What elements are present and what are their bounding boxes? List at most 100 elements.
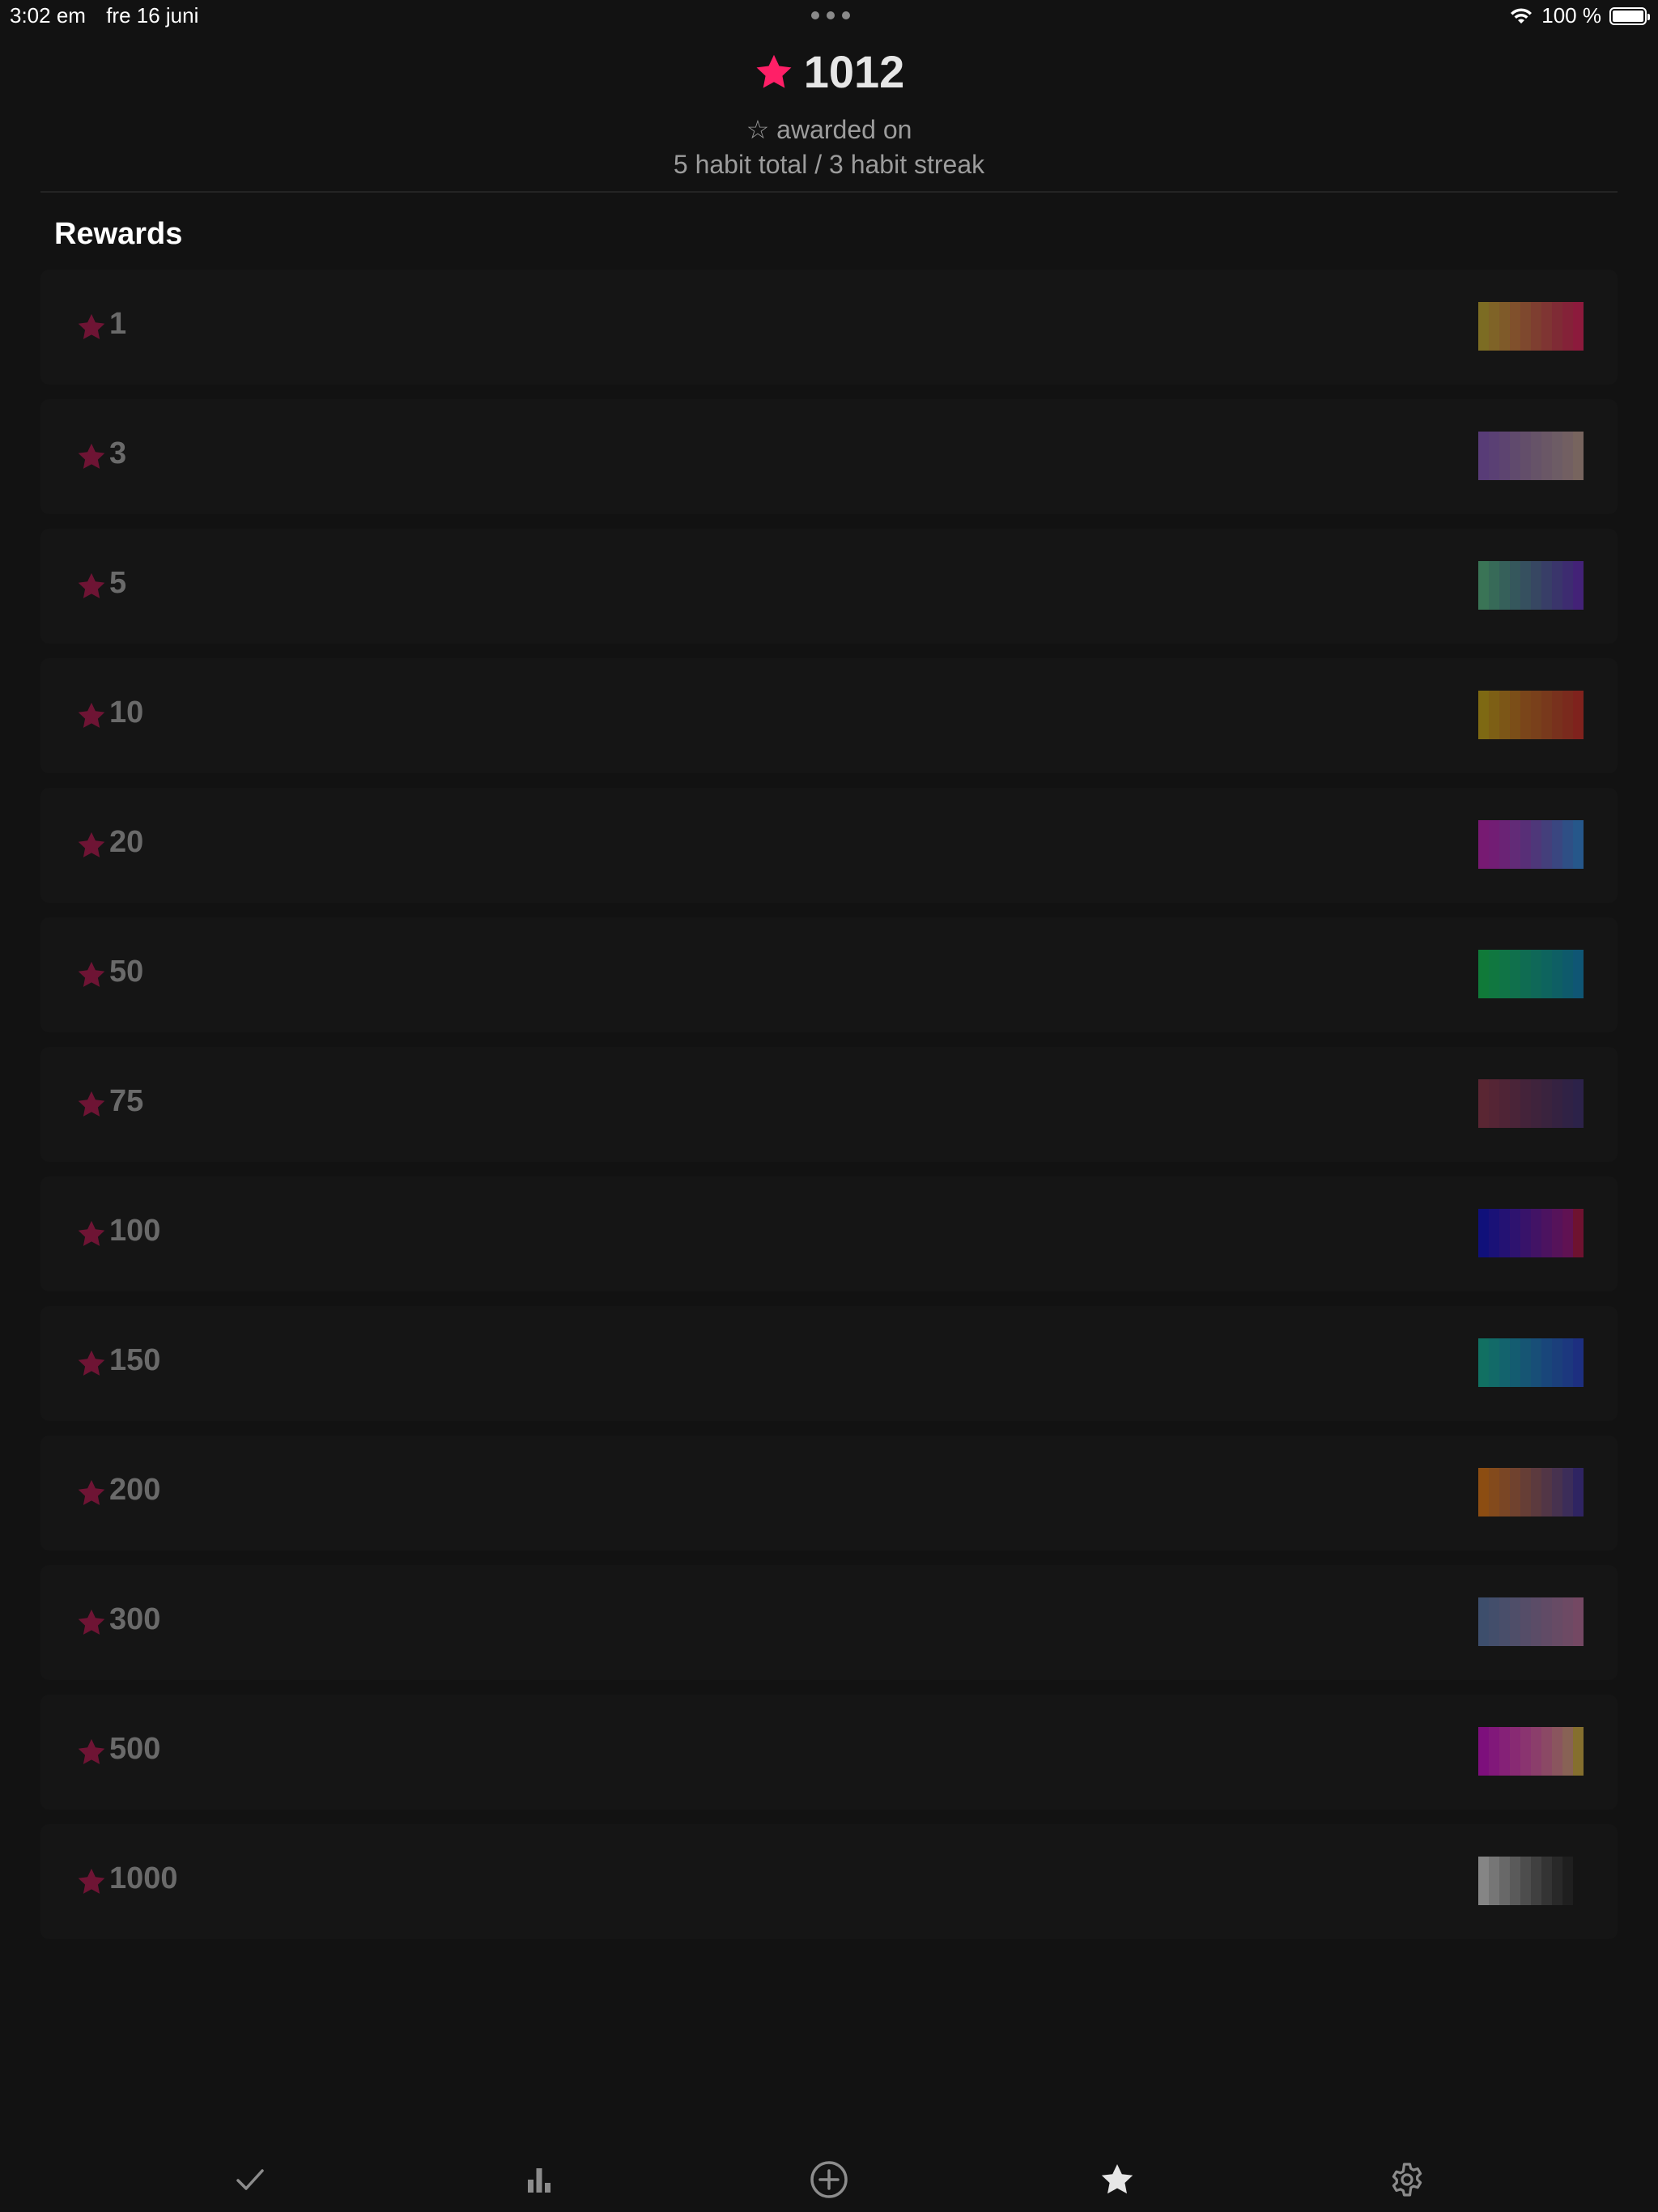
reward-row[interactable]: 75 bbox=[40, 1047, 1618, 1162]
palette-color bbox=[1510, 561, 1520, 610]
status-date: fre 16 juni bbox=[106, 3, 199, 28]
reward-row[interactable]: 500 bbox=[40, 1695, 1618, 1810]
palette-color bbox=[1552, 950, 1562, 998]
palette-color bbox=[1531, 1857, 1541, 1905]
palette-color bbox=[1573, 820, 1584, 869]
palette-color bbox=[1489, 1079, 1499, 1128]
palette-color bbox=[1499, 1079, 1510, 1128]
color-palette-swatch bbox=[1478, 1857, 1584, 1905]
star-icon bbox=[1101, 2164, 1133, 2194]
battery-icon bbox=[1609, 6, 1650, 25]
color-palette-swatch bbox=[1478, 1338, 1584, 1387]
palette-color bbox=[1531, 820, 1541, 869]
palette-color bbox=[1573, 950, 1584, 998]
palette-color bbox=[1541, 950, 1552, 998]
palette-color bbox=[1499, 1468, 1510, 1516]
palette-color bbox=[1552, 1338, 1562, 1387]
palette-color bbox=[1562, 1209, 1573, 1257]
palette-color bbox=[1562, 561, 1573, 610]
checkmark-icon bbox=[236, 2169, 264, 2190]
palette-color bbox=[1573, 432, 1584, 480]
reward-value: 20 bbox=[109, 825, 144, 859]
palette-color bbox=[1562, 302, 1573, 351]
color-palette-swatch bbox=[1478, 691, 1584, 739]
reward-value: 100 bbox=[109, 1214, 161, 1248]
palette-color bbox=[1499, 302, 1510, 351]
reward-row[interactable]: 1 bbox=[40, 270, 1618, 385]
palette-color bbox=[1531, 432, 1541, 480]
star-icon bbox=[756, 54, 792, 88]
palette-color bbox=[1552, 1079, 1562, 1128]
color-palette-swatch bbox=[1478, 1209, 1584, 1257]
star-icon bbox=[78, 443, 105, 469]
palette-color bbox=[1573, 561, 1584, 610]
palette-color bbox=[1510, 1468, 1520, 1516]
reward-value: 200 bbox=[109, 1473, 161, 1507]
reward-value: 75 bbox=[109, 1084, 144, 1118]
palette-color bbox=[1520, 432, 1531, 480]
palette-color bbox=[1478, 950, 1489, 998]
star-icon bbox=[78, 832, 105, 857]
palette-color bbox=[1510, 950, 1520, 998]
awarded-label: ☆ awarded on bbox=[746, 115, 912, 144]
reward-row[interactable]: 150 bbox=[40, 1306, 1618, 1421]
reward-row[interactable]: 200 bbox=[40, 1436, 1618, 1551]
tab-rewards[interactable] bbox=[1093, 2155, 1141, 2204]
tab-add[interactable] bbox=[805, 2155, 853, 2204]
palette-color bbox=[1510, 1727, 1520, 1776]
palette-color bbox=[1562, 1727, 1573, 1776]
palette-color bbox=[1541, 1597, 1552, 1646]
bar-chart-icon bbox=[528, 2168, 551, 2193]
color-palette-swatch bbox=[1478, 1597, 1584, 1646]
total-value: 1012 bbox=[803, 46, 905, 97]
color-palette-swatch bbox=[1478, 561, 1584, 610]
reward-value: 500 bbox=[109, 1732, 161, 1766]
palette-color bbox=[1478, 432, 1489, 480]
palette-color bbox=[1510, 1857, 1520, 1905]
palette-color bbox=[1489, 1727, 1499, 1776]
palette-color bbox=[1541, 691, 1552, 739]
palette-color bbox=[1489, 820, 1499, 869]
palette-color bbox=[1541, 1857, 1552, 1905]
tab-settings[interactable] bbox=[1383, 2155, 1431, 2204]
star-icon bbox=[78, 1868, 105, 1894]
palette-color bbox=[1552, 1468, 1562, 1516]
palette-color bbox=[1489, 432, 1499, 480]
star-icon bbox=[78, 702, 105, 728]
palette-color bbox=[1520, 1468, 1531, 1516]
palette-color bbox=[1478, 691, 1489, 739]
star-icon bbox=[78, 1350, 105, 1376]
palette-color bbox=[1499, 950, 1510, 998]
reward-row[interactable]: 100 bbox=[40, 1176, 1618, 1291]
reward-row[interactable]: 1000 bbox=[40, 1824, 1618, 1939]
palette-color bbox=[1541, 1468, 1552, 1516]
palette-color bbox=[1478, 1338, 1489, 1387]
tab-checkmark[interactable] bbox=[226, 2155, 274, 2204]
palette-color bbox=[1573, 1338, 1584, 1387]
multitasking-dots-icon[interactable] bbox=[811, 11, 850, 19]
palette-color bbox=[1520, 1597, 1531, 1646]
color-palette-swatch bbox=[1478, 1468, 1584, 1516]
award-criteria: 5 habit total / 3 habit streak bbox=[673, 150, 985, 179]
palette-color bbox=[1478, 820, 1489, 869]
palette-color bbox=[1510, 1338, 1520, 1387]
star-icon bbox=[78, 1609, 105, 1635]
reward-row[interactable]: 3 bbox=[40, 399, 1618, 514]
reward-row[interactable]: 300 bbox=[40, 1565, 1618, 1680]
reward-row[interactable]: 5 bbox=[40, 529, 1618, 644]
tab-statistics[interactable] bbox=[515, 2155, 563, 2204]
palette-color bbox=[1520, 691, 1531, 739]
star-icon bbox=[78, 572, 105, 598]
palette-color bbox=[1552, 432, 1562, 480]
palette-color bbox=[1520, 302, 1531, 351]
palette-color bbox=[1510, 1597, 1520, 1646]
palette-color bbox=[1562, 1079, 1573, 1128]
star-icon bbox=[78, 1479, 105, 1505]
reward-row[interactable]: 10 bbox=[40, 658, 1618, 773]
reward-row[interactable]: 50 bbox=[40, 917, 1618, 1032]
tab-bar bbox=[0, 2131, 1658, 2212]
status-bar: 3:02 em fre 16 juni 100 % bbox=[0, 0, 1658, 32]
status-right: 100 % bbox=[1509, 3, 1650, 28]
palette-color bbox=[1499, 1209, 1510, 1257]
reward-row[interactable]: 20 bbox=[40, 788, 1618, 903]
